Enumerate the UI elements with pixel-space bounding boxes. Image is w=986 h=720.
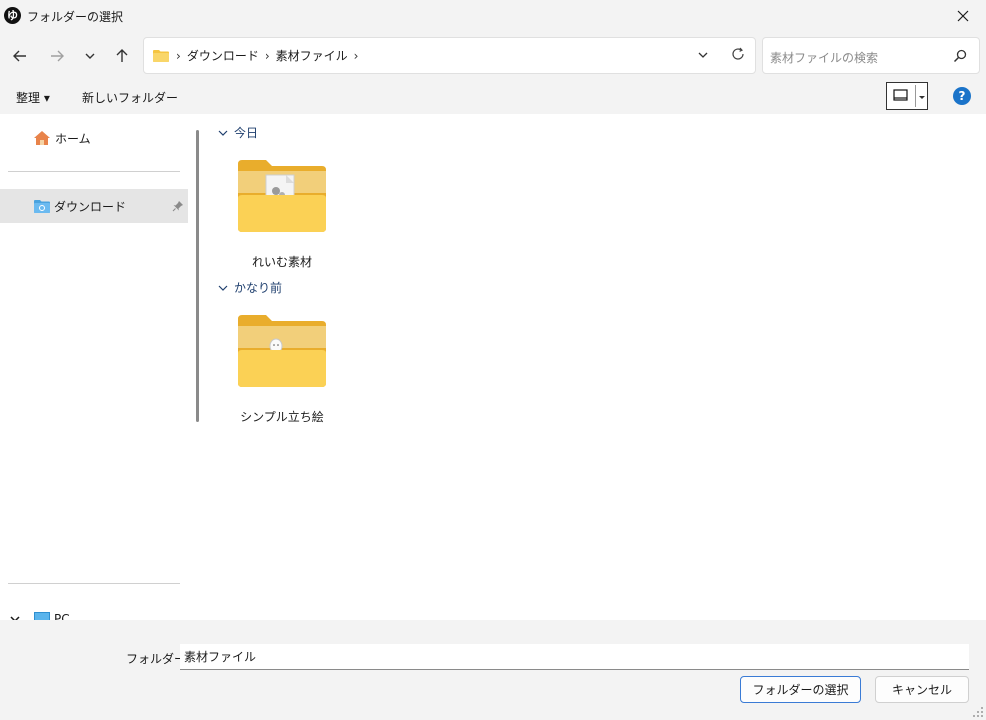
sidebar-item-home[interactable]: ホーム <box>0 121 188 155</box>
sidebar-item-downloads[interactable]: ダウンロード <box>0 189 188 223</box>
sidebar-item-label: ダウンロード <box>54 199 127 214</box>
home-icon <box>34 131 50 145</box>
chevron-down-icon <box>218 285 228 291</box>
resize-grip-icon[interactable] <box>972 706 984 718</box>
app-icon: ゆ <box>4 7 21 24</box>
recent-locations-button[interactable] <box>76 42 104 70</box>
folder-name-input[interactable] <box>180 644 969 670</box>
sidebar-item-label: PC <box>54 612 70 620</box>
downloads-icon <box>34 199 50 213</box>
sidebar-item-label: ホーム <box>55 131 91 146</box>
search-icon[interactable] <box>953 49 967 63</box>
search-placeholder: 素材ファイルの検索 <box>770 51 879 65</box>
folder-name: れいむ素材 <box>251 255 312 269</box>
sidebar-divider <box>8 171 180 172</box>
forward-button[interactable] <box>43 42 71 70</box>
chevron-down-icon <box>218 130 228 136</box>
command-bar: 整理 ▾ 新しいフォルダー ? <box>0 80 986 114</box>
cancel-button[interactable]: キャンセル <box>875 676 969 703</box>
folder-icon <box>238 160 326 232</box>
folder-item-simple-standing[interactable]: シンプル立ち絵 <box>227 307 337 437</box>
view-button[interactable] <box>886 82 928 110</box>
file-list: 今日 れいむ素材 かなり前 シンプル立ち絵 <box>206 114 986 620</box>
group-header-label: 今日 <box>234 126 259 140</box>
address-dropdown-button[interactable] <box>697 49 709 64</box>
group-header-label: かなり前 <box>234 281 283 295</box>
breadcrumb-downloads[interactable]: ダウンロード <box>187 47 259 64</box>
chevron-down-icon <box>919 96 925 99</box>
search-box[interactable]: 素材ファイルの検索 <box>762 37 980 74</box>
title-bar: ゆ フォルダーの選択 <box>0 0 986 32</box>
sidebar-scroll-thumb[interactable] <box>196 130 199 422</box>
address-bar[interactable]: › ダウンロード › 素材ファイル › <box>143 37 756 74</box>
sidebar-divider <box>8 583 180 584</box>
back-button[interactable] <box>6 42 34 70</box>
folder-name: シンプル立ち絵 <box>240 410 324 424</box>
close-icon <box>957 10 969 22</box>
group-header-long-ago[interactable]: かなり前 <box>218 279 282 296</box>
pin-icon[interactable] <box>172 200 184 212</box>
refresh-button[interactable] <box>731 47 745 64</box>
breadcrumb-separator: › <box>353 48 359 63</box>
refresh-icon <box>732 47 744 60</box>
help-button[interactable]: ? <box>953 87 971 105</box>
chevron-down-icon <box>698 52 708 58</box>
group-header-today[interactable]: 今日 <box>218 124 258 141</box>
dialog-footer: フォルダー: フォルダーの選択 キャンセル <box>0 620 986 720</box>
chevron-down-icon <box>85 53 95 59</box>
folder-item-reimu[interactable]: れいむ素材 <box>227 152 337 282</box>
window-title: フォルダーの選択 <box>27 10 124 24</box>
arrow-up-icon <box>116 49 128 62</box>
pc-icon <box>34 612 50 620</box>
up-button[interactable] <box>108 42 136 70</box>
arrow-right-icon <box>51 50 64 62</box>
close-button[interactable] <box>940 0 986 32</box>
arrow-left-icon <box>13 50 26 62</box>
folder-icon <box>153 49 169 62</box>
organize-button[interactable]: 整理 ▾ <box>16 89 50 106</box>
new-folder-button[interactable]: 新しいフォルダー <box>82 89 178 106</box>
navigation-bar: › ダウンロード › 素材ファイル › 素材ファイルの検索 <box>0 32 986 80</box>
sidebar-item-pc[interactable]: PC <box>0 602 188 620</box>
breadcrumb-material-files[interactable]: 素材ファイル <box>276 47 348 64</box>
navigation-pane: ホーム ダウンロード PC <box>0 114 188 620</box>
select-folder-button[interactable]: フォルダーの選択 <box>740 676 861 703</box>
view-button-divider <box>915 85 916 107</box>
folder-icon <box>238 315 326 387</box>
preview-pane-icon <box>893 89 908 101</box>
breadcrumb-separator: › <box>264 48 270 63</box>
breadcrumb-separator: › <box>176 48 181 63</box>
